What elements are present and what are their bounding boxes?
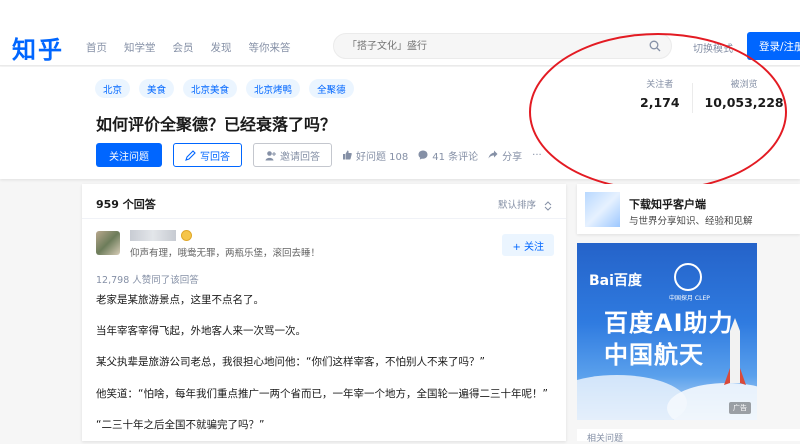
avatar[interactable] bbox=[96, 231, 120, 255]
sort-dropdown[interactable]: 默认排序 bbox=[498, 197, 552, 211]
baidu-logo: Bai百度 bbox=[589, 273, 642, 289]
search-box bbox=[333, 33, 672, 59]
follow-question-button[interactable]: 关注问题 bbox=[96, 143, 162, 167]
ad-banner[interactable]: Bai百度 中国探月 CLEP 百度AI助力 中国航天 广告 bbox=[577, 243, 757, 420]
more-button[interactable]: ··· bbox=[532, 150, 542, 161]
nav-waiting[interactable]: 等你来答 bbox=[249, 40, 291, 55]
views-count: 10,053,228 bbox=[704, 95, 784, 110]
good-question-button[interactable]: 好问题 108 bbox=[342, 148, 408, 163]
login-button[interactable]: 登录/注册 bbox=[747, 32, 800, 60]
share-icon bbox=[488, 150, 498, 159]
search-icon[interactable] bbox=[649, 40, 661, 52]
answer-count: 959 个回答 bbox=[96, 198, 156, 211]
switch-mode-link[interactable]: 切换模式 bbox=[693, 40, 733, 55]
topic-tags: 北京 美食 北京美食 北京烤鸭 全聚德 bbox=[95, 79, 363, 98]
nav-zhixuetang[interactable]: 知学堂 bbox=[124, 40, 156, 55]
pencil-icon bbox=[185, 149, 196, 161]
author-badge-icon bbox=[181, 230, 192, 241]
answer-paragraph: 某父执辈是旅游公司老总，我很担心地问他：“你们这样宰客，不怕别人不来了吗？” bbox=[96, 356, 485, 368]
views-label: 被浏览 bbox=[730, 80, 758, 90]
question-header: 北京 美食 北京美食 北京烤鸭 全聚德 如何评价全聚德？已经衰落了吗？ 关注问题… bbox=[0, 67, 800, 179]
invite-answer-label: 邀请回答 bbox=[280, 151, 320, 163]
vote-count: 12,798 人赞同了该回答 bbox=[96, 275, 199, 286]
invite-user-icon bbox=[265, 150, 276, 160]
question-title: 如何评价全聚德？已经衰落了吗？ bbox=[96, 115, 337, 134]
answer-paragraph: 老家是某旅游景点，这里不点名了。 bbox=[96, 294, 264, 306]
comments-button[interactable]: 41 条评论 bbox=[418, 148, 478, 163]
nav-discover[interactable]: 发现 bbox=[211, 40, 232, 55]
answer-paragraph: 他笑道：“怕啥，每年我们重点推广一两个省而已，一年宰一个地方，全国轮一遍得二三十… bbox=[96, 388, 548, 400]
ad-label-badge: 广告 bbox=[729, 402, 751, 414]
follow-author-button[interactable]: + 关注 bbox=[502, 234, 554, 256]
topic-tag[interactable]: 北京烤鸭 bbox=[246, 79, 301, 98]
comments-label: 41 条评论 bbox=[432, 151, 479, 163]
top-bar: 知乎 首页 知学堂 会员 发现 等你来答 切换模式 登录/注册 bbox=[0, 0, 800, 66]
answer-paragraph: 当年宰客宰得飞起，外地客人来一次骂一次。 bbox=[96, 325, 306, 337]
zhihu-logo[interactable]: 知乎 bbox=[12, 30, 64, 65]
views-stat: 被浏览 10,053,228 bbox=[705, 77, 784, 113]
good-question-label: 好问题 108 bbox=[356, 151, 409, 163]
write-answer-button[interactable]: 写回答 bbox=[173, 143, 242, 167]
related-questions-title: 相关问题 bbox=[587, 434, 624, 444]
main-nav: 首页 知学堂 会员 发现 等你来答 bbox=[86, 40, 308, 55]
write-answer-label: 写回答 bbox=[200, 151, 230, 163]
clep-emblem-icon bbox=[674, 263, 702, 291]
question-stats: 关注者 2,174 被浏览 10,053,228 bbox=[640, 77, 784, 113]
author-bio: 仰声有理，哦鸯无罪，两瓶乐堡，滚回去睡！ bbox=[130, 248, 321, 259]
ad-headline-1: 百度AI助力 bbox=[604, 309, 734, 337]
search-input[interactable] bbox=[334, 34, 634, 59]
topic-tag[interactable]: 全聚德 bbox=[309, 79, 354, 98]
nav-home[interactable]: 首页 bbox=[86, 40, 107, 55]
followers-count: 2,174 bbox=[640, 95, 680, 110]
topic-tag[interactable]: 北京美食 bbox=[183, 79, 238, 98]
invite-answer-button[interactable]: 邀请回答 bbox=[253, 143, 332, 167]
download-app-card[interactable]: 下载知乎客户端 与世界分享知识、经验和见解 bbox=[577, 184, 800, 234]
ad-headline-2: 中国航天 bbox=[604, 341, 704, 369]
app-card-subtitle: 与世界分享知识、经验和见解 bbox=[629, 216, 753, 227]
topic-tag[interactable]: 北京 bbox=[95, 79, 131, 98]
author-name-blurred[interactable] bbox=[130, 230, 176, 241]
app-qr-code bbox=[585, 192, 620, 227]
stats-divider bbox=[691, 83, 693, 113]
followers-stat: 关注者 2,174 bbox=[640, 77, 680, 113]
divider bbox=[82, 218, 566, 219]
share-label: 分享 bbox=[502, 151, 523, 163]
app-card-title: 下载知乎客户端 bbox=[629, 198, 706, 211]
nav-vip[interactable]: 会员 bbox=[173, 40, 194, 55]
followers-label: 关注者 bbox=[646, 80, 674, 90]
answers-panel: 959 个回答 默认排序 仰声有理，哦鸯无罪，两瓶乐堡，滚回去睡！ + 关注 1… bbox=[82, 184, 566, 441]
comment-icon bbox=[418, 150, 428, 160]
thumb-up-icon bbox=[343, 150, 352, 160]
topic-tag[interactable]: 美食 bbox=[139, 79, 175, 98]
share-button[interactable]: 分享 bbox=[488, 148, 522, 163]
related-questions-card: 相关问题 bbox=[577, 429, 800, 444]
clep-label: 中国探月 CLEP bbox=[669, 295, 710, 302]
question-actions: 关注问题 写回答 邀请回答 好问题 108 41 条评论 分享 ··· bbox=[96, 143, 552, 167]
sort-toggle-icon bbox=[544, 200, 552, 211]
answer-paragraph: “二三十年之后全国不就骗完了吗？” bbox=[96, 419, 265, 431]
sort-label: 默认排序 bbox=[497, 200, 536, 211]
